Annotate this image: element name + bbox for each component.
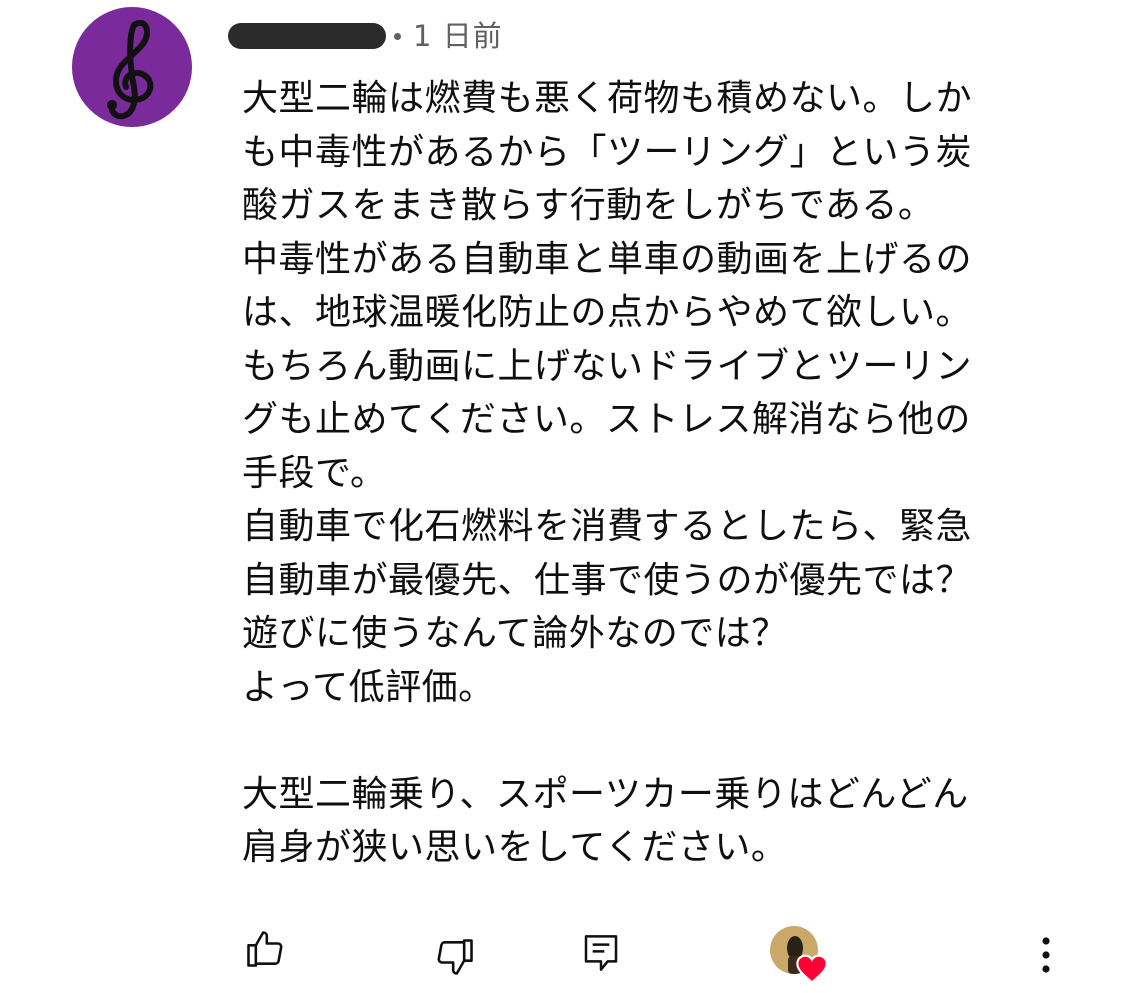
comment-line: 大型二輪乗り、スポーツカー乗りはどんどん: [242, 773, 969, 815]
creator-heart[interactable]: [768, 924, 832, 988]
dislike-button[interactable]: [430, 932, 480, 982]
comment-line: よって低評価。: [242, 666, 495, 708]
comment-line: 酸ガスをまき散らす行動をしがちである。: [242, 185, 935, 226]
author-avatar[interactable]: [72, 7, 192, 127]
comment-line: も中毒性があるから「ツーリング」という炭: [242, 131, 973, 173]
comment-line: 手段で。: [242, 452, 387, 494]
comment-line: グも止めてください。ストレス解消なら他の: [242, 399, 971, 440]
comment-line: 中毒性がある自動車と単車の動画を上げるの: [242, 238, 973, 280]
comment-line: 肩身が狭い思いをしてください。: [242, 827, 788, 868]
reply-icon: [584, 935, 618, 971]
creator-heart-icon: [796, 954, 828, 984]
comment-line: 遊びに使うなんて論外なのでは？: [242, 613, 788, 654]
comment-line: もちろん動画に上げないドライブとツーリン: [242, 345, 973, 387]
like-button[interactable]: [240, 924, 290, 974]
comment-text: 大型二輪は燃費も悪く荷物も積めない。しか も中毒性があるから「ツーリング」という…: [242, 72, 1042, 875]
treble-clef-icon: [107, 20, 154, 120]
thumbs-down-icon: [437, 939, 473, 975]
more-options-button[interactable]: [1030, 930, 1062, 980]
thumbs-up-icon: [247, 931, 283, 967]
comment-line: は、地球温暖化防止の点からやめて欲しい。: [242, 292, 973, 333]
comment-timestamp: 1 日前: [413, 19, 503, 53]
reply-button[interactable]: [578, 928, 624, 978]
comment-actions: [0, 922, 1125, 984]
comment-header: 1 日前: [228, 14, 503, 54]
comment-line: 自動車が最優先、仕事で使うのが優先では？: [242, 559, 973, 601]
more-vert-icon: [1042, 937, 1050, 973]
comment-line: 大型二輪は燃費も悪く荷物も積めない。しか: [242, 78, 973, 119]
comment-line: 自動車で化石燃料を消費するとしたら、緊急: [242, 506, 973, 547]
separator-dot: [394, 32, 401, 40]
redacted-username[interactable]: [228, 23, 386, 49]
comment-line: [242, 714, 1042, 768]
